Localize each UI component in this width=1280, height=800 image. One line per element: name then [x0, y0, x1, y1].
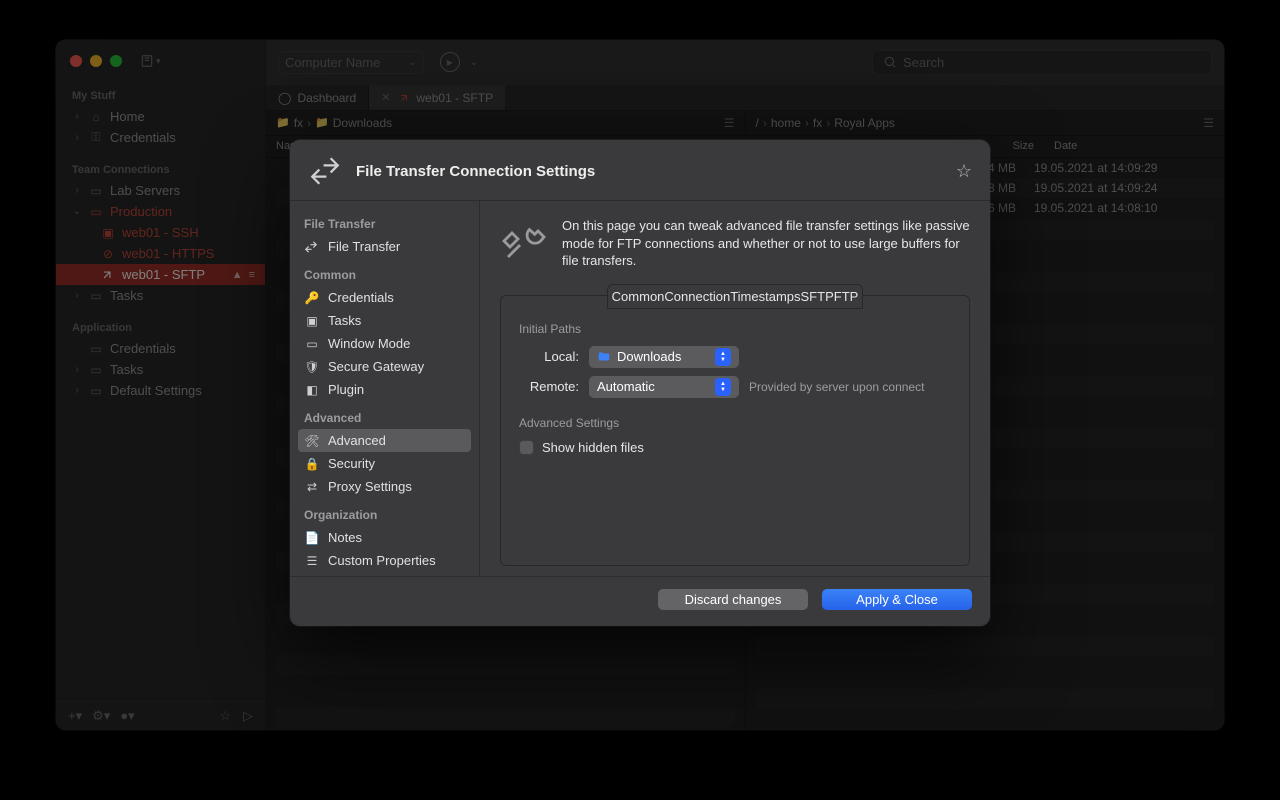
dialog-sidebar: File Transfer File Transfer Common 🔑Cred…: [290, 201, 480, 576]
folder-icon: [597, 350, 611, 364]
seg-connection[interactable]: Connection: [664, 289, 730, 304]
apply-button[interactable]: Apply & Close: [822, 589, 972, 610]
settings-dialog: File Transfer Connection Settings ☆ File…: [290, 140, 990, 626]
local-path-select[interactable]: Downloads ▲▼: [589, 346, 739, 368]
label-local: Local:: [519, 349, 579, 364]
label-remote: Remote:: [519, 379, 579, 394]
mitem-secure-gateway[interactable]: 🛡Secure Gateway: [290, 355, 479, 378]
group-advanced: Advanced Settings: [519, 416, 951, 430]
form-panel: Initial Paths Local: Downloads ▲▼ Remote…: [500, 295, 970, 566]
file-transfer-icon: [308, 154, 342, 188]
mitem-tasks[interactable]: ▣Tasks: [290, 309, 479, 332]
mitem-custom-props[interactable]: ☰Custom Properties: [290, 549, 479, 572]
description-text: On this page you can tweak advanced file…: [562, 217, 970, 270]
mitem-advanced[interactable]: 🛠Advanced: [298, 429, 471, 452]
seg-timestamps[interactable]: Timestamps: [730, 289, 800, 304]
dialog-footer: Discard changes Apply & Close: [290, 576, 990, 626]
mitem-plugin[interactable]: ◧Plugin: [290, 378, 479, 401]
dialog-header: File Transfer Connection Settings ☆: [290, 140, 990, 200]
show-hidden-checkbox[interactable]: [519, 440, 534, 455]
stepper-icon: ▲▼: [715, 348, 731, 366]
seg-sftp[interactable]: SFTP: [801, 289, 834, 304]
wrench-icon: [500, 217, 548, 265]
segment-control: Common Connection Timestamps SFTP FTP: [607, 284, 864, 309]
mitem-notes[interactable]: 📄Notes: [290, 526, 479, 549]
stepper-icon: ▲▼: [715, 378, 731, 396]
mitem-file-transfer[interactable]: File Transfer: [290, 235, 479, 258]
favorite-button[interactable]: ☆: [956, 161, 972, 182]
mitem-proxy[interactable]: ⇄Proxy Settings: [290, 475, 479, 498]
seg-ftp[interactable]: FTP: [834, 289, 859, 304]
remote-path-select[interactable]: Automatic ▲▼: [589, 376, 739, 398]
mitem-window-mode[interactable]: ▭Window Mode: [290, 332, 479, 355]
show-hidden-label: Show hidden files: [542, 440, 644, 455]
dialog-title: File Transfer Connection Settings: [356, 163, 595, 180]
remote-hint: Provided by server upon connect: [749, 380, 924, 394]
discard-button[interactable]: Discard changes: [658, 589, 808, 610]
seg-common[interactable]: Common: [612, 289, 665, 304]
dialog-content: On this page you can tweak advanced file…: [480, 201, 990, 576]
mitem-security[interactable]: 🔒Security: [290, 452, 479, 475]
group-initial-paths: Initial Paths: [519, 322, 951, 336]
mitem-credentials[interactable]: 🔑Credentials: [290, 286, 479, 309]
